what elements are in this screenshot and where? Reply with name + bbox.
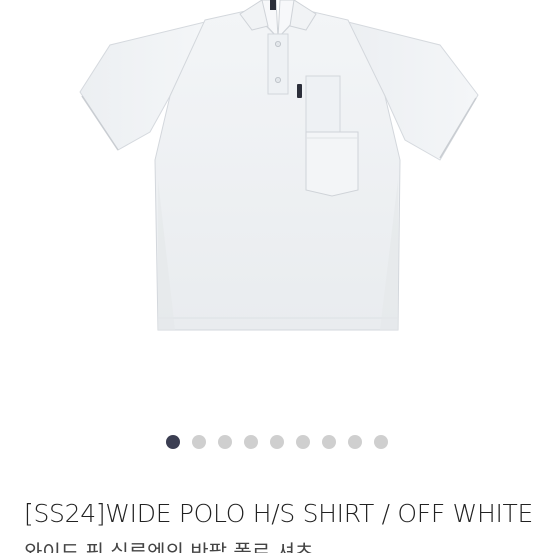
carousel-dot-3[interactable] — [217, 435, 232, 449]
carousel-dot-7[interactable] — [321, 435, 336, 449]
product-subtitle: 와이드 핏 실루엣의 반팔 폴로 셔츠 — [24, 540, 314, 553]
carousel-dot-1[interactable] — [165, 435, 180, 449]
carousel-dot-4[interactable] — [243, 435, 258, 449]
carousel-dot-6[interactable] — [295, 435, 310, 449]
carousel-dot-9[interactable] — [373, 435, 388, 449]
polo-shirt-illustration — [79, 0, 479, 331]
carousel-dot-8[interactable] — [347, 435, 362, 449]
image-carousel-dots — [0, 432, 553, 452]
product-detail-page: [SS24]WIDE POLO H/S SHIRT / OFF WHITE 와이… — [0, 0, 553, 553]
carousel-dot-2[interactable] — [191, 435, 206, 449]
carousel-dot-5[interactable] — [269, 435, 284, 449]
product-title: [SS24]WIDE POLO H/S SHIRT / OFF WHITE — [24, 499, 534, 528]
product-image[interactable] — [0, 0, 553, 420]
